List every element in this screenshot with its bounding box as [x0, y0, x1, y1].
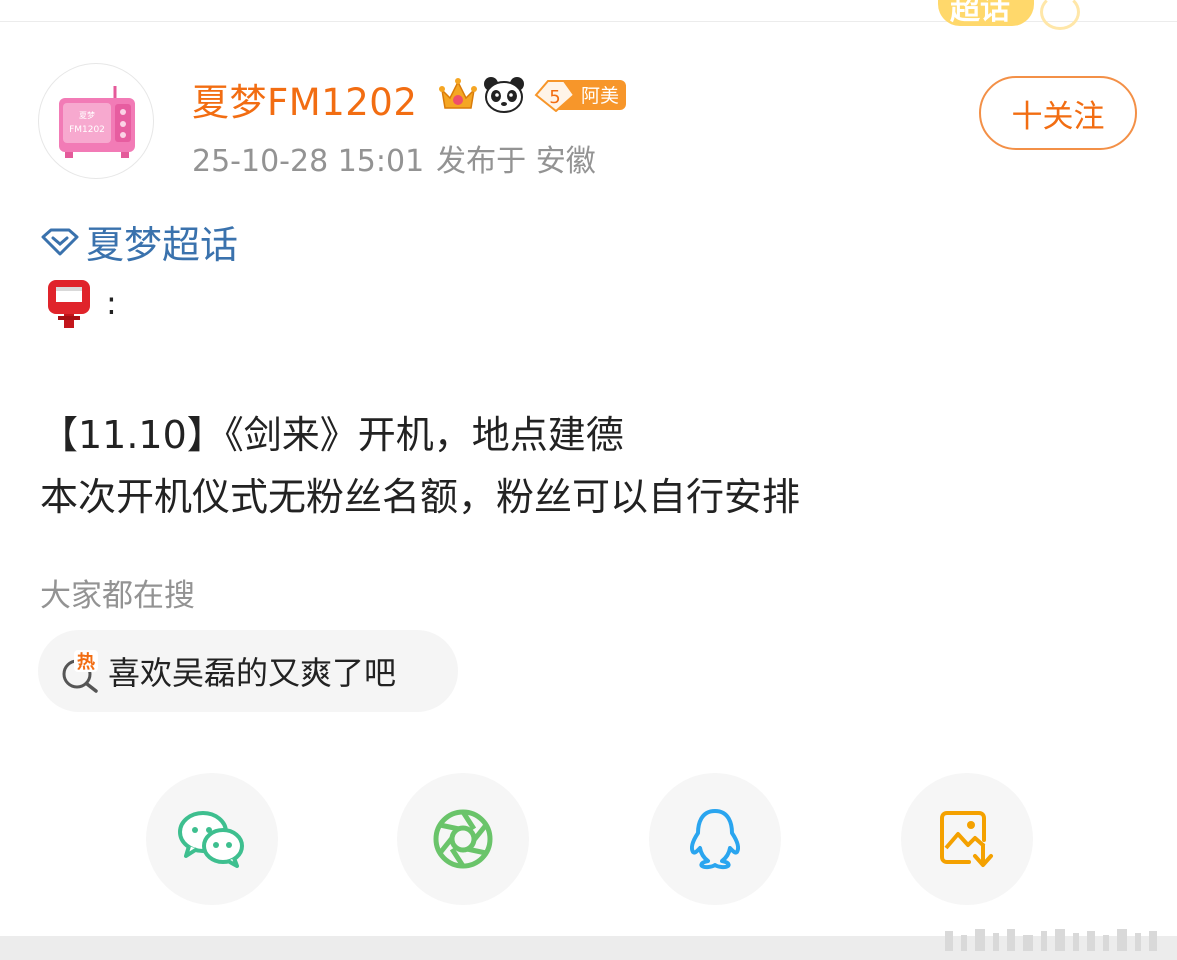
- supertopic-diamond-icon: [41, 228, 79, 255]
- save-image-icon: [940, 811, 993, 867]
- share-moments-button[interactable]: [397, 773, 529, 905]
- level-label: 阿美: [581, 85, 619, 107]
- pink-radio-icon: 夏梦 FM1202: [59, 86, 135, 158]
- topic-link[interactable]: 夏梦超话: [40, 214, 238, 269]
- trending-search-text: 喜欢吴磊的又爽了吧: [108, 654, 397, 692]
- avatar[interactable]: 夏梦 FM1202: [38, 63, 154, 179]
- share-qq-button[interactable]: [649, 773, 781, 905]
- hot-search-icon: 热: [62, 650, 98, 693]
- post-body: 【11.10】《剑来》开机，地点建德 本次开机仪式无粉丝名额，粉丝可以自行安排: [40, 404, 800, 528]
- share-wechat-button[interactable]: [146, 773, 278, 905]
- avatar-text-top: 夏梦: [79, 111, 95, 120]
- watermark: [945, 929, 1157, 951]
- post-line-1: 【11.10】《剑来》开机，地点建德: [40, 413, 624, 457]
- crown-icon: [439, 78, 477, 109]
- follow-label: 十关注: [1011, 98, 1105, 135]
- level-badge[interactable]: 5 阿美: [534, 78, 628, 112]
- post-timestamp: 25-10-28 15:01: [192, 144, 425, 179]
- wechat-icon: [178, 811, 244, 868]
- trending-search-label: 大家都在搜: [40, 578, 195, 614]
- moments-icon: [433, 809, 493, 869]
- post-meta: 25-10-28 15:01 发布于 安徽: [192, 136, 596, 180]
- post-location: 发布于 安徽: [436, 144, 596, 179]
- save-image-button[interactable]: [901, 773, 1033, 905]
- topic-text: 夏梦超话: [86, 223, 239, 267]
- avatar-text-bottom: FM1202: [69, 125, 105, 135]
- postbox-icon: [48, 280, 90, 328]
- qq-icon: [689, 809, 741, 870]
- emoji-line: :: [46, 276, 117, 330]
- author-name[interactable]: 夏梦FM1202: [192, 72, 417, 126]
- level-number: 5: [549, 87, 560, 108]
- hot-search-icon-text: 热: [77, 651, 95, 673]
- supertopic-badge-text: 超话: [950, 0, 1010, 27]
- emoji-colon: :: [106, 284, 117, 322]
- play-icon: [1040, 0, 1080, 30]
- follow-button[interactable]: 十关注: [979, 76, 1137, 150]
- post-line-2: 本次开机仪式无粉丝名额，粉丝可以自行安排: [40, 475, 801, 519]
- panda-icon: [484, 77, 524, 113]
- supertopic-badge[interactable]: 超话: [938, 0, 1034, 27]
- trending-search-chip[interactable]: 热 喜欢吴磊的又爽了吧: [38, 630, 458, 712]
